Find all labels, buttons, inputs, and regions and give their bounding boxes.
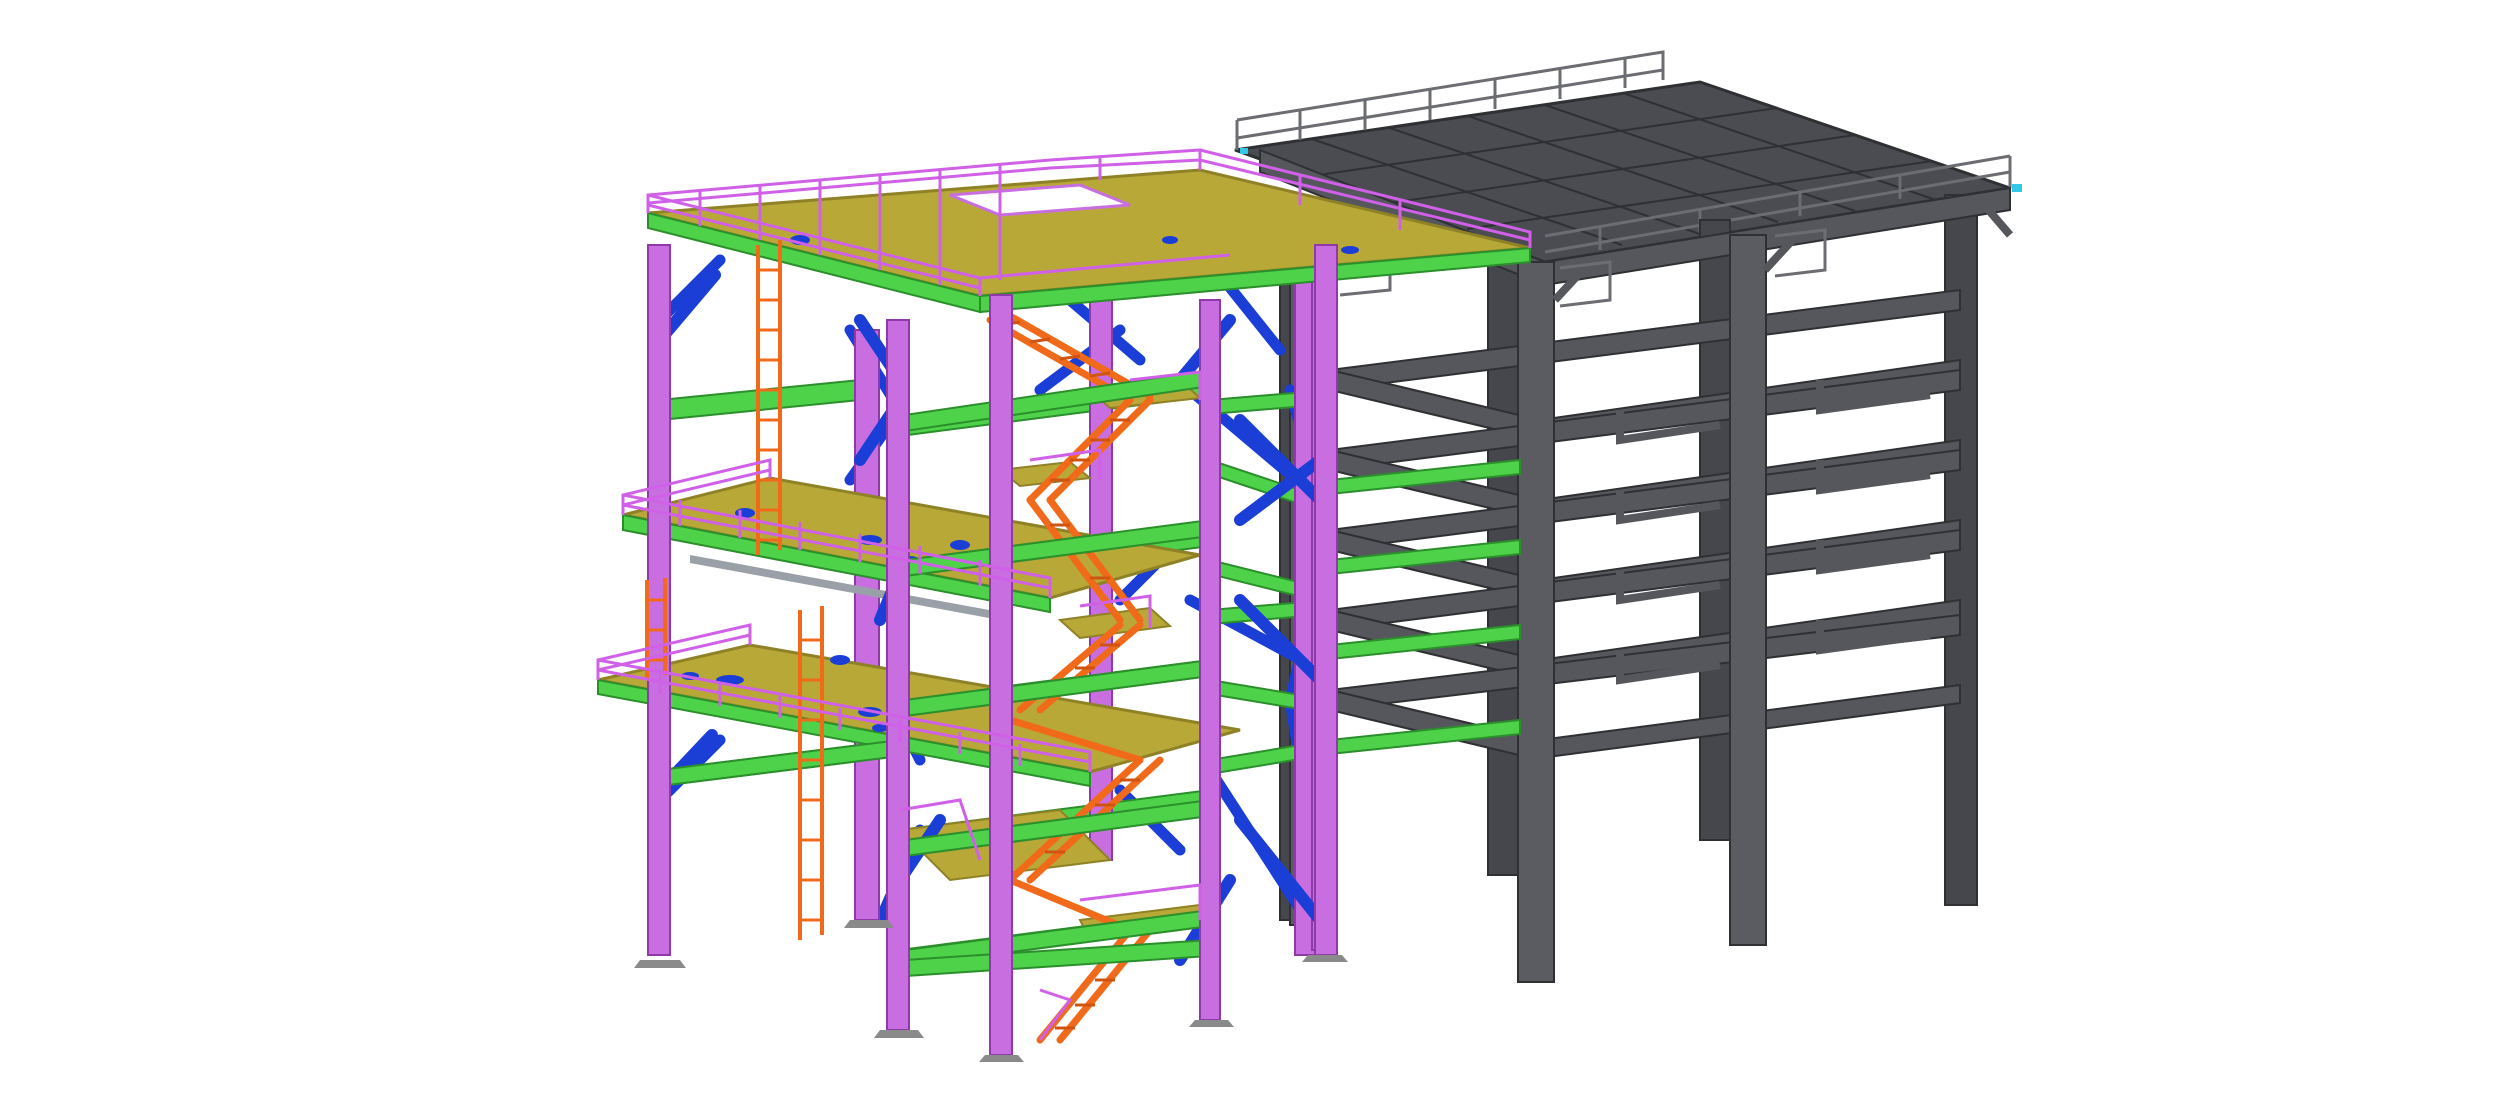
orange-ladders bbox=[645, 240, 824, 940]
ladder-rungs bbox=[647, 268, 822, 922]
steel-structure-3d-model bbox=[596, 50, 2022, 1062]
structure-model-viewport[interactable] bbox=[0, 0, 2500, 1109]
existing-structure bbox=[1234, 50, 2022, 983]
